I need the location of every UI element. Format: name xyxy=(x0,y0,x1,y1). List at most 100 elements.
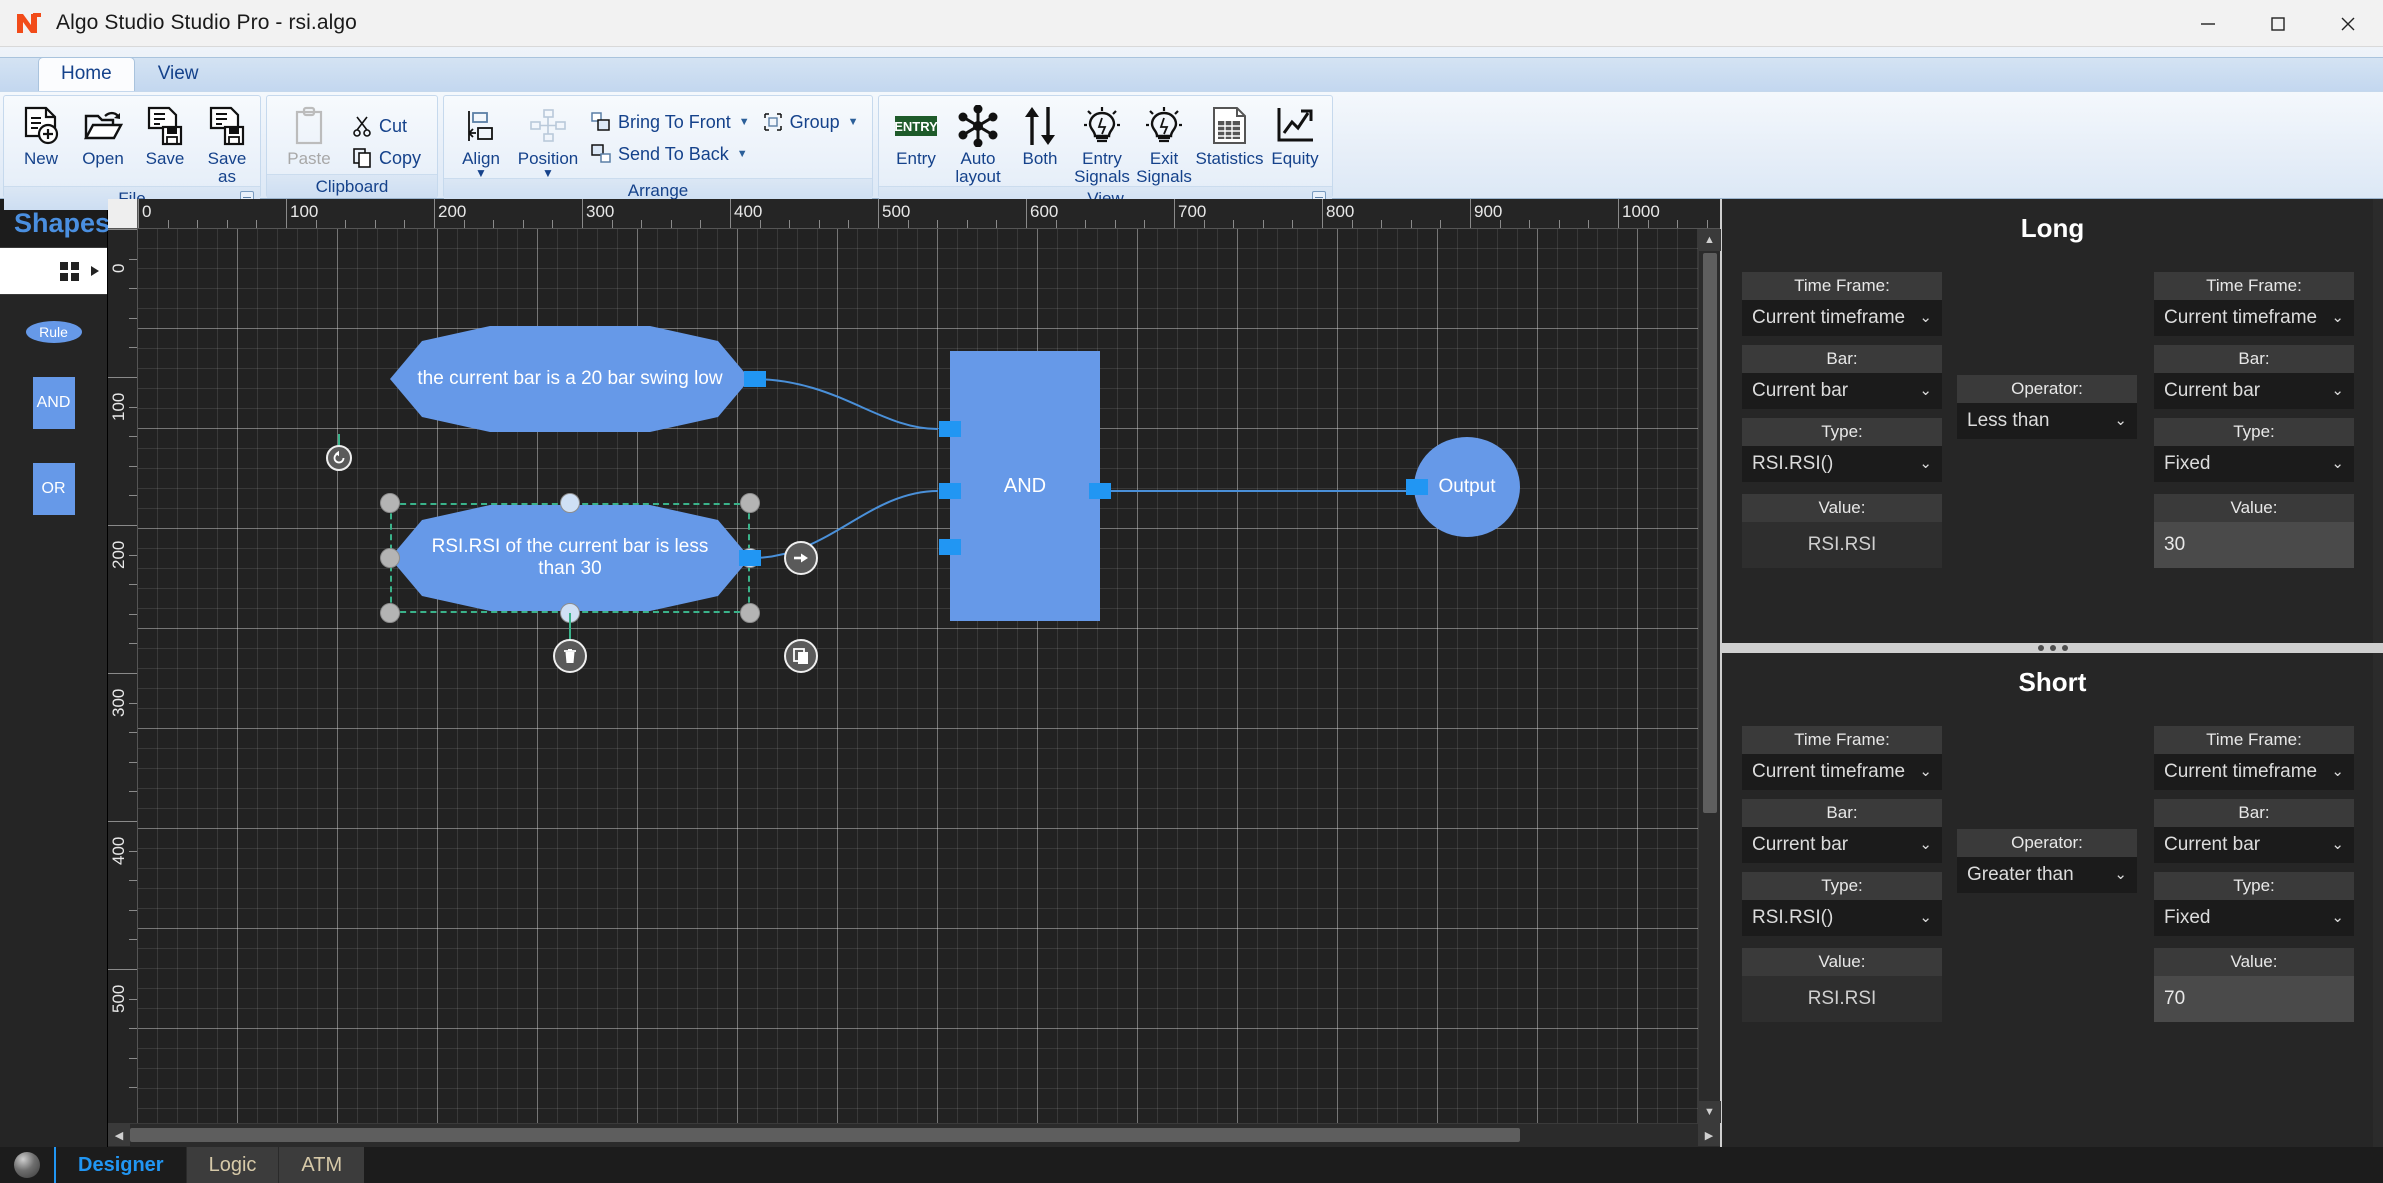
long-left-value-display[interactable]: RSI.RSI xyxy=(1742,522,1942,568)
scroll-left-arrow[interactable]: ◀ xyxy=(108,1124,130,1146)
connect-button[interactable] xyxy=(784,541,818,575)
group-dropdown-icon[interactable]: ▼ xyxy=(848,116,859,128)
position-button[interactable]: Position ▼ xyxy=(512,100,584,179)
grid-icon[interactable] xyxy=(60,261,79,281)
short-right-bar-select[interactable]: Current bar ⌄ xyxy=(2154,827,2354,863)
long-right-value-input[interactable]: 30 xyxy=(2154,522,2354,568)
ribbon-tabs: Home View xyxy=(0,57,2383,91)
resize-handle-n[interactable] xyxy=(560,493,580,513)
ruler-minor-tick xyxy=(129,554,137,556)
copy-button[interactable]: Copy xyxy=(345,142,427,174)
panel-splitter[interactable] xyxy=(1722,643,2383,653)
statistics-button[interactable]: Statistics xyxy=(1195,100,1264,168)
minimize-button[interactable] xyxy=(2173,0,2243,47)
cut-button[interactable]: Cut xyxy=(345,110,427,142)
tab-logic[interactable]: Logic xyxy=(185,1147,279,1183)
align-dropdown-icon[interactable]: ▼ xyxy=(475,167,487,179)
rotate-handle[interactable] xyxy=(326,445,352,471)
scroll-down-arrow[interactable]: ▼ xyxy=(1698,1101,1721,1123)
send-to-back-dropdown-icon[interactable]: ▼ xyxy=(737,148,748,160)
align-button[interactable]: Align ▼ xyxy=(450,100,512,179)
long-left-type-select[interactable]: RSI.RSI() ⌄ xyxy=(1742,446,1942,482)
delete-button[interactable] xyxy=(553,639,587,673)
entry-button[interactable]: ENTRY Entry xyxy=(885,100,947,168)
long-panel-scrollbar[interactable] xyxy=(2373,199,2383,643)
rule-node-swing-low[interactable]: the current bar is a 20 bar swing low xyxy=(390,324,750,434)
canvas-row: 0 100 200 300 400 500 the current bar is… xyxy=(108,229,1721,1123)
and-input-port-1[interactable] xyxy=(939,421,961,437)
tab-designer[interactable]: Designer xyxy=(54,1147,186,1183)
output-input-port[interactable] xyxy=(1406,479,1428,495)
short-right-timeframe-select[interactable]: Current timeframe ⌄ xyxy=(2154,754,2354,790)
maximize-button[interactable] xyxy=(2243,0,2313,47)
output-node[interactable]: Output xyxy=(1414,437,1520,537)
ruler-label: 600 xyxy=(1030,202,1059,221)
shape-item-rule[interactable]: Rule xyxy=(25,321,82,343)
rule-node-rsi[interactable]: RSI.RSI of the current bar is less than … xyxy=(390,503,750,613)
short-right-value-label: Value: xyxy=(2154,948,2354,976)
scroll-up-arrow[interactable]: ▲ xyxy=(1698,229,1721,251)
short-left-bar-select[interactable]: Current bar ⌄ xyxy=(1742,827,1942,863)
send-to-back-button[interactable]: Send To Back ▼ xyxy=(584,138,756,170)
long-right-bar-select[interactable]: Current bar ⌄ xyxy=(2154,373,2354,409)
vertical-scroll-thumb[interactable] xyxy=(1702,253,1717,813)
diagram-canvas[interactable]: the current bar is a 20 bar swing low RS… xyxy=(138,229,1698,1123)
tab-view[interactable]: View xyxy=(135,57,222,91)
duplicate-button[interactable] xyxy=(784,639,818,673)
ruler-minor-tick xyxy=(463,220,465,228)
shape-item-or[interactable]: OR xyxy=(32,463,75,515)
long-right-type-select[interactable]: Fixed ⌄ xyxy=(2154,446,2354,482)
resize-handle-sw[interactable] xyxy=(380,603,400,623)
equity-button[interactable]: Equity xyxy=(1264,100,1326,168)
exit-signals-button[interactable]: Exit Signals xyxy=(1133,100,1195,186)
tab-home[interactable]: Home xyxy=(38,57,135,91)
long-right-timeframe-select[interactable]: Current timeframe ⌄ xyxy=(2154,300,2354,336)
short-left-type-select[interactable]: RSI.RSI() ⌄ xyxy=(1742,900,1942,936)
group-button[interactable]: Group ▼ xyxy=(756,106,865,138)
short-right-type-value: Fixed xyxy=(2164,907,2211,928)
save-button[interactable]: Save xyxy=(134,100,196,168)
bring-to-front-button[interactable]: Bring To Front ▼ xyxy=(584,106,756,138)
new-button[interactable]: New xyxy=(10,100,72,168)
and-input-port-2[interactable] xyxy=(939,483,961,499)
short-panel-scrollbar[interactable] xyxy=(2373,653,2383,1147)
short-right-type-select[interactable]: Fixed ⌄ xyxy=(2154,900,2354,936)
short-left-value-display[interactable]: RSI.RSI xyxy=(1742,976,1942,1022)
position-dropdown-icon[interactable]: ▼ xyxy=(542,167,554,179)
long-left-bar-select[interactable]: Current bar ⌄ xyxy=(1742,373,1942,409)
chevron-down-icon: ⌄ xyxy=(2331,763,2344,780)
shape-item-and[interactable]: AND xyxy=(32,377,75,429)
save-as-button[interactable]: Save as xyxy=(196,100,258,186)
entry-signals-button[interactable]: Entry Signals xyxy=(1071,100,1133,186)
and-logic-block[interactable]: AND xyxy=(950,351,1100,621)
and-input-port-3[interactable] xyxy=(939,539,961,555)
vertical-ruler[interactable]: 0 100 200 300 400 500 xyxy=(108,229,138,1123)
tab-atm[interactable]: ATM xyxy=(278,1147,365,1183)
entry-signals-button-label: Entry Signals xyxy=(1074,149,1130,186)
resize-handle-ne[interactable] xyxy=(740,493,760,513)
open-button[interactable]: Open xyxy=(72,100,134,168)
chevron-right-icon[interactable] xyxy=(91,266,99,276)
ruler-minor-tick xyxy=(937,220,939,228)
bring-to-front-dropdown-icon[interactable]: ▼ xyxy=(739,116,750,128)
resize-handle-se[interactable] xyxy=(740,603,760,623)
short-left-timeframe-select[interactable]: Current timeframe ⌄ xyxy=(1742,754,1942,790)
horizontal-scroll-thumb[interactable] xyxy=(130,1128,1520,1142)
both-button[interactable]: Both xyxy=(1009,100,1071,168)
short-operator-select[interactable]: Greater than ⌄ xyxy=(1957,857,2137,893)
chevron-down-icon: ⌄ xyxy=(1919,382,1932,399)
paste-button[interactable]: Paste xyxy=(273,100,345,168)
long-operator-select[interactable]: Less than ⌄ xyxy=(1957,403,2137,439)
horizontal-ruler[interactable]: 0 100 200 300 400 500 600 700 800 900 1000 xyxy=(138,199,1720,229)
scroll-right-arrow[interactable]: ▶ xyxy=(1698,1124,1720,1146)
close-button[interactable] xyxy=(2313,0,2383,47)
canvas-vertical-scrollbar[interactable]: ▲ ▼ xyxy=(1698,229,1721,1123)
short-right-value-input[interactable]: 70 xyxy=(2154,976,2354,1022)
resize-handle-nw[interactable] xyxy=(380,493,400,513)
short-operator-value: Greater than xyxy=(1967,864,2074,885)
and-output-port[interactable] xyxy=(1089,483,1111,499)
canvas-horizontal-scrollbar[interactable]: ◀ ▶ xyxy=(108,1123,1720,1147)
long-left-timeframe-select[interactable]: Current timeframe ⌄ xyxy=(1742,300,1942,336)
long-right-timeframe-value: Current timeframe xyxy=(2164,307,2318,328)
auto-layout-button[interactable]: Auto layout xyxy=(947,100,1009,186)
